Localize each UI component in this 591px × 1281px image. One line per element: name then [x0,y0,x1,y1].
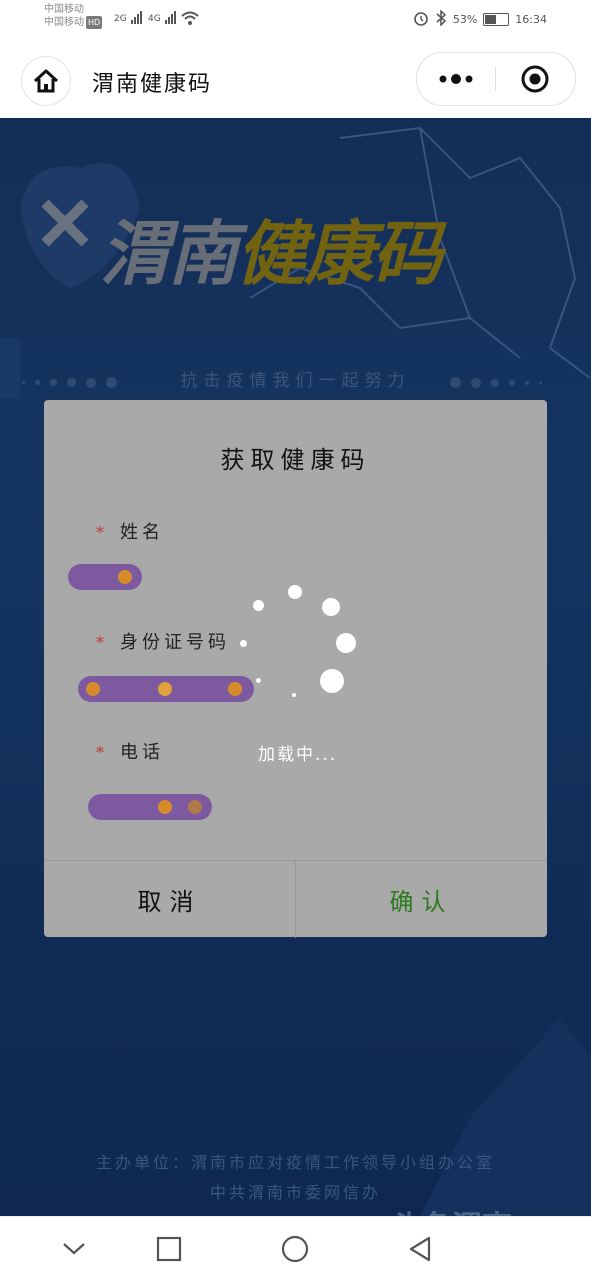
cancel-button[interactable]: 取消 [44,861,295,938]
target-close-icon [521,65,549,93]
signal-bars-icon [130,11,143,24]
hd-badge: HD [86,16,103,29]
nav-collapse-button[interactable] [58,1233,90,1265]
nav-back-button[interactable] [404,1233,436,1265]
confirm-button[interactable]: 确认 [295,861,547,938]
phone-field-label: * 电话 [96,738,164,764]
dialog-title: 获取健康码 [220,446,371,474]
clock: 16:34 [515,13,547,26]
home-icon [33,69,59,93]
mini-program-capsule [416,52,576,106]
status-bar: 中国移动 中国移动 HD 2G 4G 53% 16:34 [0,0,591,44]
status-right: 53% 16:34 [413,9,547,29]
name-label-text: 姓名 [120,522,164,543]
signal-4g: 4G [148,11,177,24]
required-mark: * [96,743,108,762]
required-mark: * [96,633,108,652]
bluetooth-icon [435,9,447,29]
carrier-name-1: 中国移动 [44,4,84,15]
dialog-button-row: 取消 确认 [44,860,547,938]
battery-icon [483,13,510,26]
more-dots-icon [439,74,473,84]
id-number-label-text: 身份证号码 [120,632,230,653]
carrier-info: 中国移动 中国移动 HD [44,3,103,29]
nav-recent-button[interactable] [153,1233,185,1265]
id-number-field-label: * 身份证号码 [96,628,230,654]
name-field-label: * 姓名 [96,518,164,544]
battery-percent: 53% [452,13,478,26]
triangle-back-icon [409,1236,431,1262]
loading-spinner [236,580,366,720]
phone-input-redacted[interactable] [88,794,212,820]
nav-home-button[interactable] [279,1233,311,1265]
name-input-redacted[interactable] [68,564,142,590]
circle-icon [281,1235,309,1263]
carrier-name-2: 中国移动 [44,17,84,28]
network-type-2: 4G [148,14,161,24]
alarm-icon [413,10,429,29]
signal-bars-icon [164,11,177,24]
home-button[interactable] [22,57,70,105]
mini-program-header: 渭南健康码 [0,44,591,118]
system-navigation-bar [0,1216,591,1281]
chevron-down-icon [63,1243,85,1255]
page-title: 渭南健康码 [92,72,213,97]
phone-label-text: 电话 [120,742,164,763]
network-type-1: 2G [114,14,127,24]
id-number-input-redacted[interactable] [78,676,254,702]
close-button[interactable] [496,53,574,105]
loading-text: 加载中... [258,745,338,765]
signal-2g: 2G [114,11,143,24]
required-mark: * [96,523,108,542]
square-icon [156,1236,182,1262]
more-button[interactable] [417,53,495,105]
wifi-icon [180,10,200,29]
